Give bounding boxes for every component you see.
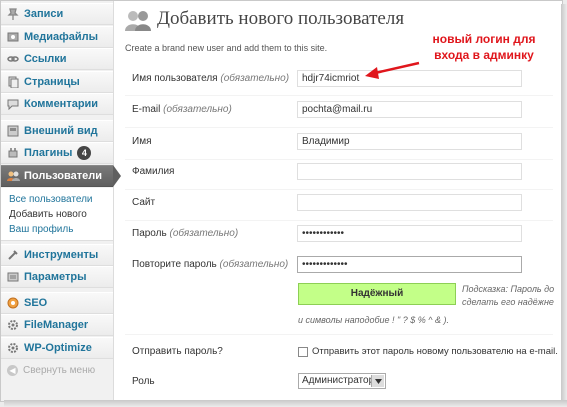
- admin-window: Записи Медиафайлы Ссылки Страницы Коммен…: [0, 0, 563, 402]
- annotation-arrow-icon: [365, 61, 420, 79]
- frame-shadow-right: [561, 4, 567, 404]
- frame-shadow-bottom: [4, 400, 567, 407]
